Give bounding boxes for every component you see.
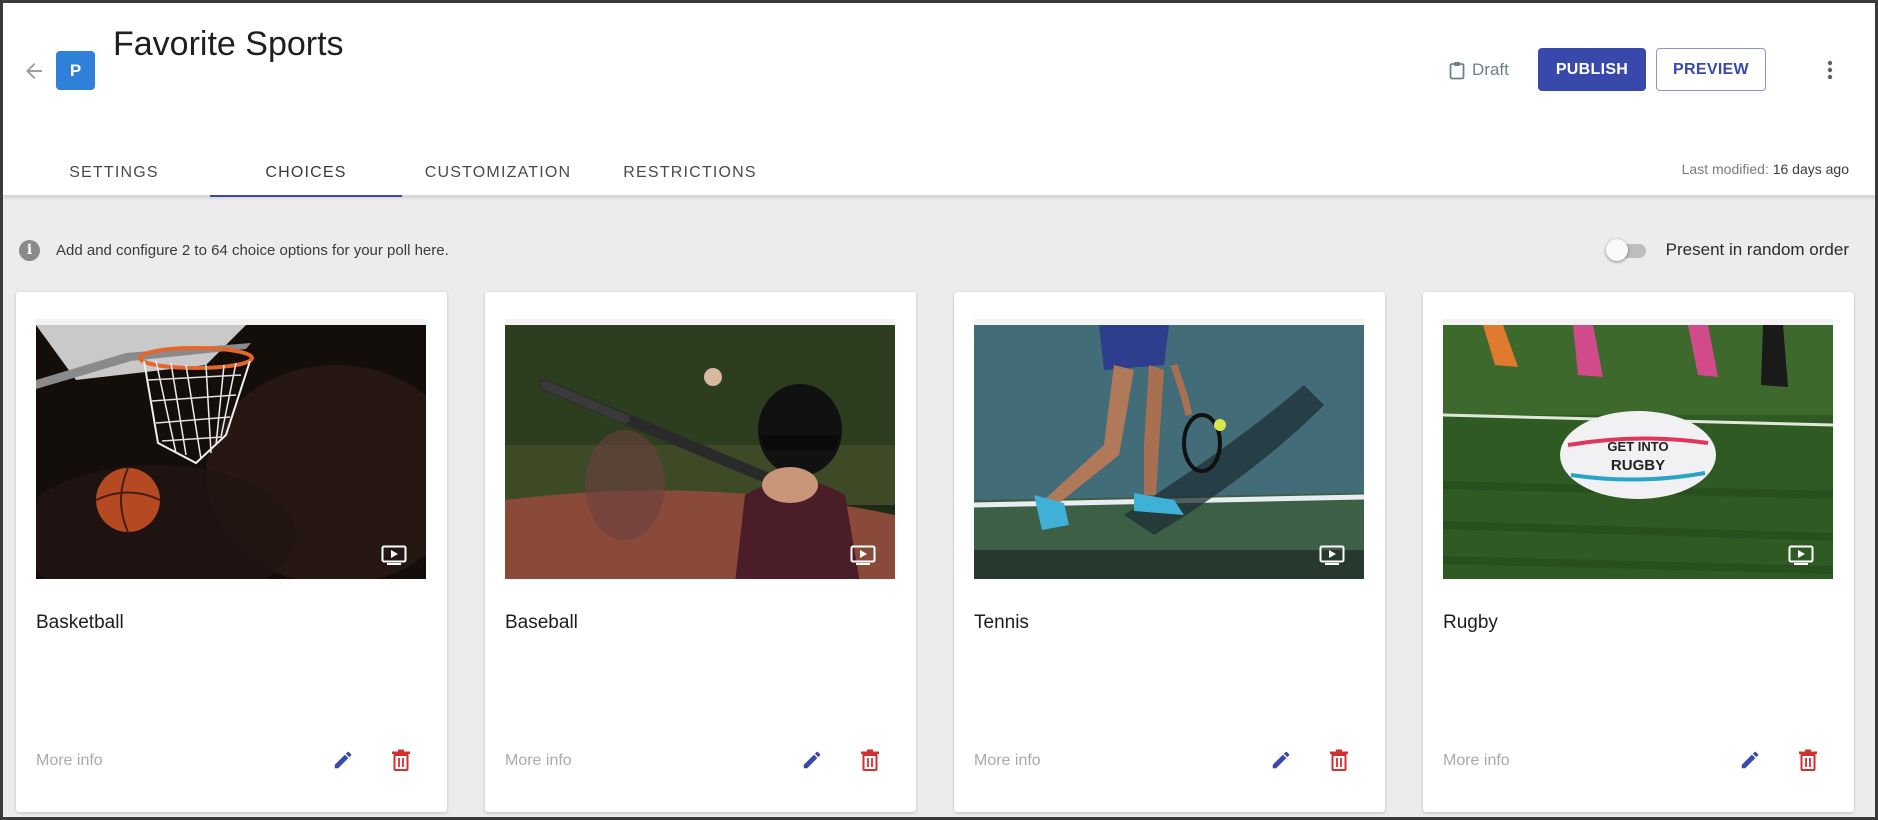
video-icon — [381, 545, 407, 565]
random-order-label: Present in random order — [1665, 240, 1849, 259]
choice-title: Rugby — [1443, 612, 1498, 633]
choice-media[interactable] — [36, 319, 426, 579]
more-info-link[interactable]: More info — [974, 752, 1041, 770]
status-label: Draft — [1472, 60, 1509, 79]
delete-button[interactable] — [1793, 745, 1823, 775]
edit-button[interactable] — [328, 745, 358, 775]
status-indicator: Draft — [1449, 58, 1509, 82]
more-info-link[interactable]: More info — [36, 752, 103, 770]
video-icon — [850, 545, 876, 565]
more-info-link[interactable]: More info — [1443, 752, 1510, 770]
publish-button[interactable]: PUBLISH — [1538, 48, 1646, 91]
choice-title: Basketball — [36, 612, 124, 633]
svg-text:GET INTO: GET INTO — [1607, 439, 1668, 454]
preview-button[interactable]: PREVIEW — [1656, 48, 1766, 91]
delete-button[interactable] — [855, 745, 885, 775]
delete-button[interactable] — [1324, 745, 1354, 775]
choice-card-baseball: Baseball More info — [485, 292, 916, 812]
pencil-icon — [1741, 751, 1759, 769]
choice-card-rugby: GET INTO RUGBY Rugby More info — [1423, 292, 1854, 812]
random-order-toggle[interactable] — [1605, 237, 1650, 263]
info-bar: i Add and configure 2 to 64 choice optio… — [19, 239, 449, 261]
pencil-icon — [334, 751, 352, 769]
edit-button[interactable] — [797, 745, 827, 775]
more-info-link[interactable]: More info — [505, 752, 572, 770]
tab-customization[interactable]: CUSTOMIZATION — [402, 149, 594, 197]
header: P Favorite Sports Draft PUBLISH PREVIEW … — [3, 3, 1875, 197]
more-vert-icon — [1827, 60, 1833, 80]
page-title: Favorite Sports — [113, 25, 344, 63]
toggle-thumb — [1605, 239, 1628, 261]
tab-choices[interactable]: CHOICES — [210, 149, 402, 197]
app-window: P Favorite Sports Draft PUBLISH PREVIEW … — [0, 0, 1878, 820]
trash-icon — [861, 749, 879, 771]
pencil-icon — [803, 751, 821, 769]
choice-card-basketball: Basketball More info — [16, 292, 447, 812]
tennis-player-photo — [974, 325, 1364, 579]
choice-title: Baseball — [505, 612, 578, 633]
choice-media[interactable]: GET INTO RUGBY — [1443, 319, 1833, 579]
trash-icon — [1330, 749, 1348, 771]
info-icon: i — [19, 239, 40, 261]
more-menu-button[interactable] — [1815, 54, 1845, 86]
pencil-icon — [1272, 751, 1290, 769]
tab-settings[interactable]: SETTINGS — [18, 149, 210, 197]
svg-text:RUGBY: RUGBY — [1611, 457, 1665, 474]
tab-restrictions[interactable]: RESTRICTIONS — [594, 149, 786, 197]
choice-media[interactable] — [974, 319, 1364, 579]
basketball-hoop-photo — [36, 325, 426, 579]
random-order-setting: Present in random order — [1605, 237, 1849, 263]
trash-icon — [1799, 749, 1817, 771]
edit-button[interactable] — [1735, 745, 1765, 775]
video-icon — [1788, 545, 1814, 565]
tab-bar: SETTINGS CHOICES CUSTOMIZATION RESTRICTI… — [18, 149, 786, 197]
app-badge: P — [56, 51, 95, 90]
clipboard-icon — [1449, 61, 1465, 79]
back-button[interactable] — [17, 57, 51, 85]
choice-media[interactable] — [505, 319, 895, 579]
arrow-left-icon — [26, 63, 42, 79]
info-text: Add and configure 2 to 64 choice options… — [56, 241, 449, 259]
video-icon — [1319, 545, 1345, 565]
last-modified: Last modified: 16 days ago — [1682, 161, 1849, 177]
edit-button[interactable] — [1266, 745, 1296, 775]
trash-icon — [392, 749, 410, 771]
choice-card-tennis: Tennis More info — [954, 292, 1385, 812]
rugby-ball-photo: GET INTO RUGBY — [1443, 325, 1833, 579]
delete-button[interactable] — [386, 745, 416, 775]
last-modified-value: 16 days ago — [1772, 161, 1849, 177]
choice-title: Tennis — [974, 612, 1029, 633]
baseball-batter-photo — [505, 325, 895, 579]
last-modified-label: Last modified: — [1681, 161, 1769, 177]
